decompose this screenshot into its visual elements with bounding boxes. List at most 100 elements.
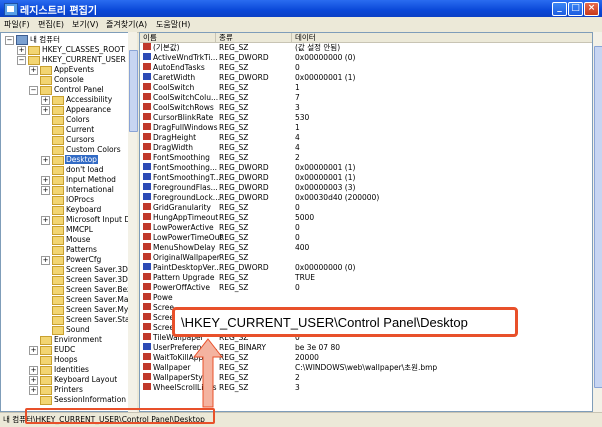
tree-item-label: HKEY_CLASSES_ROOT <box>42 45 125 54</box>
minimize-button[interactable]: _ <box>552 2 567 16</box>
folder-icon <box>52 266 64 275</box>
expand-icon[interactable]: + <box>29 386 38 395</box>
collapse-icon[interactable]: − <box>5 36 14 45</box>
value-row[interactable]: GridGranularity REG_SZ 0 <box>140 203 592 213</box>
tree-item-label: International <box>66 185 114 194</box>
value-row[interactable]: FontSmoothing REG_SZ 2 <box>140 153 592 163</box>
key-tree[interactable]: − 내 컴퓨터 + HKEY_CLASSES_ROOT − HKEY_CURRENT_US… <box>0 32 137 412</box>
collapse-icon[interactable]: − <box>17 56 26 65</box>
value-type: REG_SZ <box>219 283 249 292</box>
column-type[interactable]: 종류 <box>216 33 292 43</box>
expand-icon[interactable]: + <box>41 186 50 195</box>
value-row[interactable]: MenuShowDelay REG_SZ 400 <box>140 243 592 253</box>
value-row[interactable]: Powe <box>140 293 592 303</box>
binary-value-icon <box>143 343 151 350</box>
value-type: REG_DWORD <box>219 163 269 172</box>
value-row[interactable]: CursorBlinkRate REG_SZ 530 <box>140 113 592 123</box>
value-row[interactable]: (기본값) REG_SZ (값 설정 안됨) <box>140 43 592 53</box>
menu-view[interactable]: 보기(V) <box>72 19 98 30</box>
expand-icon[interactable]: + <box>29 66 38 75</box>
binary-value-icon <box>143 193 151 200</box>
folder-icon <box>52 176 64 185</box>
value-type: REG_SZ <box>219 133 249 142</box>
value-row[interactable]: CaretWidth REG_DWORD 0x00000001 (1) <box>140 73 592 83</box>
list-scrollbar[interactable] <box>593 32 602 412</box>
value-row[interactable]: FontSmoothing... REG_DWORD 0x00000001 (1) <box>140 163 592 173</box>
folder-icon <box>52 116 64 125</box>
value-type: REG_DWORD <box>219 183 269 192</box>
folder-icon <box>52 106 64 115</box>
value-data: 0 <box>295 283 300 292</box>
value-row[interactable]: HungAppTimeout REG_SZ 5000 <box>140 213 592 223</box>
value-row[interactable]: CoolSwitch REG_SZ 1 <box>140 83 592 93</box>
folder-icon <box>52 136 64 145</box>
value-type: REG_DWORD <box>219 173 269 182</box>
expand-icon[interactable]: + <box>41 216 50 225</box>
value-row[interactable]: DragFullWindows REG_SZ 1 <box>140 123 592 133</box>
expand-icon[interactable]: + <box>41 176 50 185</box>
collapse-icon[interactable]: − <box>29 86 38 95</box>
value-row[interactable]: ForegroundFlas... REG_DWORD 0x00000003 (3) <box>140 183 592 193</box>
maximize-button[interactable]: □ <box>568 2 583 16</box>
value-row[interactable]: PowerOffActive REG_SZ 0 <box>140 283 592 293</box>
tree-scrollbar[interactable] <box>128 32 138 412</box>
tree-item-label: Accessibility <box>66 95 113 104</box>
expand-icon[interactable]: + <box>17 46 26 55</box>
value-row[interactable]: AutoEndTasks REG_SZ 0 <box>140 63 592 73</box>
expand-icon[interactable]: + <box>41 96 50 105</box>
value-row[interactable]: CoolSwitchColu... REG_SZ 7 <box>140 93 592 103</box>
value-row[interactable]: FontSmoothingT... REG_DWORD 0x00000001 (1) <box>140 173 592 183</box>
tree-item-label: AppEvents <box>54 65 95 74</box>
value-name: LowPowerTimeOut <box>153 233 223 242</box>
tree-item-label: Screen Saver.Stars <box>66 315 137 324</box>
value-name: (기본값) <box>153 43 180 52</box>
folder-icon <box>52 306 64 315</box>
value-row[interactable]: ActiveWndTrkTi... REG_DWORD 0x00000000 (0) <box>140 53 592 63</box>
value-row[interactable]: Pattern Upgrade REG_SZ TRUE <box>140 273 592 283</box>
string-value-icon <box>143 103 151 110</box>
value-type: REG_DWORD <box>219 53 269 62</box>
folder-icon <box>40 86 52 95</box>
expand-icon[interactable]: + <box>29 366 38 375</box>
value-type: REG_SZ <box>219 273 249 282</box>
value-row[interactable]: PaintDesktopVer... REG_DWORD 0x00000000 (0… <box>140 263 592 273</box>
value-name: Wallpaper <box>153 363 191 372</box>
value-data: C:\WINDOWS\web\wallpaper\초원.bmp <box>295 363 438 372</box>
tree-scroll-thumb[interactable] <box>129 50 138 132</box>
menu-favorites[interactable]: 즐겨찾기(A) <box>106 19 147 30</box>
expand-icon[interactable]: + <box>41 106 50 115</box>
close-button[interactable]: × <box>584 2 599 16</box>
value-row[interactable]: ForegroundLock... REG_DWORD 0x00030d40 (20… <box>140 193 592 203</box>
column-name[interactable]: 이름 <box>140 33 216 43</box>
menu-help[interactable]: 도움말(H) <box>156 19 190 30</box>
value-name: FontSmoothing... <box>153 163 218 172</box>
expand-icon[interactable]: + <box>41 256 50 265</box>
tree-item-label: Mouse <box>66 235 91 244</box>
string-value-icon <box>143 223 151 230</box>
expand-icon[interactable]: + <box>41 156 50 165</box>
menu-edit[interactable]: 편집(E) <box>38 19 64 30</box>
value-row[interactable]: OriginalWallpaper REG_SZ <box>140 253 592 263</box>
value-data: 0 <box>295 203 300 212</box>
string-value-icon <box>143 83 151 90</box>
tree-item-label: Screen Saver.3DPi <box>66 275 135 284</box>
value-row[interactable]: DragHeight REG_SZ 4 <box>140 133 592 143</box>
value-name: Scree <box>153 313 175 322</box>
expand-icon[interactable]: + <box>29 346 38 355</box>
string-value-icon <box>143 333 151 340</box>
value-row[interactable]: LowPowerActive REG_SZ 0 <box>140 223 592 233</box>
value-name: MenuShowDelay <box>153 243 216 252</box>
list-scroll-thumb[interactable] <box>594 46 602 388</box>
value-type: REG_SZ <box>219 213 249 222</box>
expand-icon[interactable]: + <box>29 376 38 385</box>
value-row[interactable]: CoolSwitchRows REG_SZ 3 <box>140 103 592 113</box>
string-value-icon <box>143 253 151 260</box>
folder-icon <box>52 186 64 195</box>
column-data[interactable]: 데이터 <box>292 33 592 43</box>
string-value-icon <box>143 293 151 300</box>
value-row[interactable]: LowPowerTimeOut REG_SZ 0 <box>140 233 592 243</box>
tree-item-label: Hoops <box>54 355 78 364</box>
menu-file[interactable]: 파일(F) <box>4 19 30 30</box>
binary-value-icon <box>143 53 151 60</box>
value-row[interactable]: DragWidth REG_SZ 4 <box>140 143 592 153</box>
